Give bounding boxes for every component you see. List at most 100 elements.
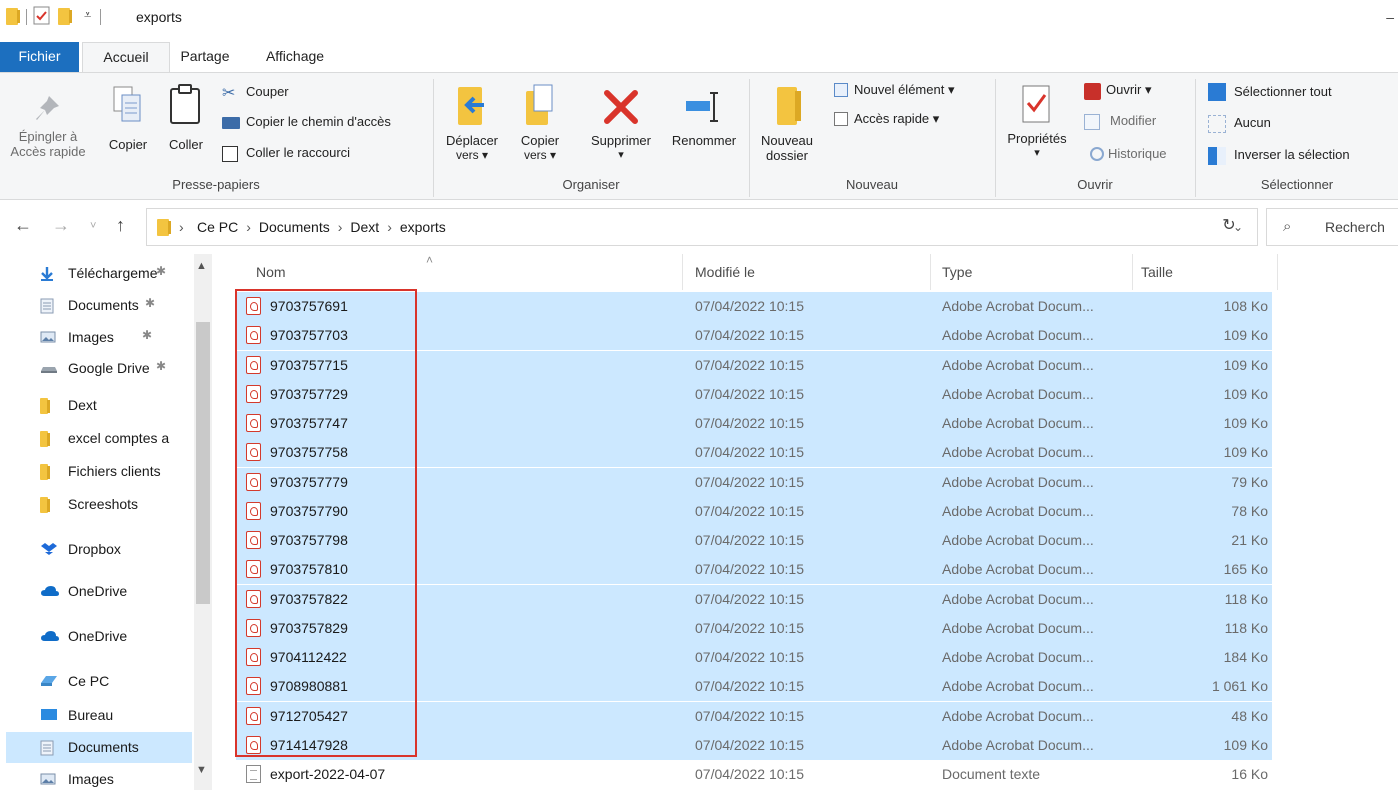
file-modified-date: 07/04/2022 10:15 — [695, 561, 804, 578]
copy-path-button[interactable]: Copier le chemin d'accès — [246, 113, 391, 131]
select-all-button[interactable]: Sélectionner tout — [1234, 83, 1332, 101]
file-size: 78 Ko — [1231, 502, 1268, 519]
sidebar-item[interactable]: OneDrive — [6, 621, 192, 652]
sidebar-item[interactable]: Dropbox — [6, 534, 192, 565]
breadcrumb-root-chevron-icon[interactable]: › — [179, 219, 184, 235]
new-item-button[interactable]: Nouvel élément ▾ — [854, 81, 954, 99]
cut-button[interactable]: Couper — [246, 83, 289, 101]
file-name: 9703757747 — [270, 415, 348, 431]
breadcrumb-item[interactable]: Dext — [350, 219, 379, 235]
file-row[interactable]: 9703757703 07/04/2022 10:15 Adobe Acrobat … — [236, 321, 1272, 351]
breadcrumb-item[interactable]: Ce PC — [197, 219, 238, 235]
minimize-icon[interactable]: – — [1386, 9, 1394, 25]
new-folder-quick-icon[interactable] — [58, 8, 72, 25]
title-bar: ⩡ exports – — [0, 0, 1398, 36]
file-row[interactable]: 9703757729 07/04/2022 10:15 Adobe Acrobat … — [236, 379, 1272, 409]
open-button[interactable]: Ouvrir ▾ — [1106, 81, 1152, 99]
file-type: Adobe Acrobat Docum... — [942, 356, 1094, 373]
recent-locations-chevron-icon[interactable]: ˅ — [90, 220, 96, 232]
paste-button[interactable]: Coller — [158, 83, 214, 152]
file-row[interactable]: 9714147928 07/04/2022 10:15 Adobe Acrobat … — [236, 730, 1272, 760]
paste-shortcut-button[interactable]: Coller le raccourci — [246, 144, 350, 162]
breadcrumb: Ce PC › Documents › Dext › exports — [197, 219, 446, 235]
file-row[interactable]: 9703757798 07/04/2022 10:15 Adobe Acrobat … — [236, 526, 1272, 555]
sidebar-item[interactable]: Dext — [6, 390, 192, 421]
copy-to-button[interactable]: Copier vers ▾ — [510, 81, 570, 163]
file-row[interactable]: export-2022-04-07 07/04/2022 10:15 Documen… — [236, 760, 1272, 789]
search-box[interactable]: ⌕ Recherch — [1266, 208, 1398, 246]
properties-quick-icon[interactable] — [33, 6, 51, 29]
column-divider[interactable] — [682, 254, 683, 290]
tab-affichage[interactable]: Affichage — [240, 42, 350, 72]
breadcrumb-chevron-icon[interactable]: › — [338, 219, 343, 235]
file-row[interactable]: 9704112422 07/04/2022 10:15 Adobe Acrobat … — [236, 643, 1272, 672]
delete-button[interactable]: Supprimer ▾ — [578, 81, 664, 163]
sidebar-item[interactable]: Ce PC — [6, 666, 192, 697]
file-row[interactable]: 9703757779 07/04/2022 10:15 Adobe Acrobat … — [236, 467, 1272, 497]
file-row[interactable]: 9703757715 07/04/2022 10:15 Adobe Acrobat … — [236, 350, 1272, 380]
invert-selection-button[interactable]: Inverser la sélection — [1234, 146, 1350, 164]
sidebar-item[interactable]: excel comptes a — [6, 423, 192, 454]
scroll-down-arrow-icon[interactable]: ▼ — [196, 764, 207, 776]
sidebar-item[interactable]: Téléchargeme ✱ — [6, 258, 192, 289]
select-none-button[interactable]: Aucun — [1234, 114, 1271, 132]
back-arrow-icon[interactable]: ← — [14, 215, 32, 236]
customize-quick-access-icon[interactable]: ⩡ — [84, 7, 91, 23]
address-bar[interactable]: › Ce PC › Documents › Dext › exports ⌄ — [146, 208, 1258, 246]
file-row[interactable]: 9703757822 07/04/2022 10:15 Adobe Acrobat … — [236, 584, 1272, 614]
sidebar-item[interactable]: Google Drive ✱ — [6, 353, 192, 384]
file-modified-date: 07/04/2022 10:15 — [695, 502, 804, 519]
file-row[interactable]: 9703757810 07/04/2022 10:15 Adobe Acrobat … — [236, 555, 1272, 585]
breadcrumb-item[interactable]: Documents — [259, 219, 330, 235]
file-row[interactable]: 9712705427 07/04/2022 10:15 Adobe Acrobat … — [236, 701, 1272, 731]
tab-accueil[interactable]: Accueil — [82, 42, 170, 72]
file-row[interactable]: 9703757829 07/04/2022 10:15 Adobe Acrobat … — [236, 613, 1272, 643]
tab-fichier[interactable]: Fichier — [0, 42, 79, 72]
column-header-size[interactable]: Taille — [1141, 264, 1173, 280]
refresh-icon[interactable]: ↻ — [1214, 215, 1244, 235]
new-folder-button[interactable]: Nouveau dossier — [755, 81, 819, 163]
sidebar-item[interactable]: Documents ✱ — [6, 290, 192, 321]
breadcrumb-item[interactable]: exports — [400, 219, 446, 235]
file-modified-date: 07/04/2022 10:15 — [695, 444, 804, 461]
history-button[interactable]: Historique — [1108, 145, 1167, 163]
column-header-modified[interactable]: Modifié le — [695, 264, 755, 280]
breadcrumb-chevron-icon[interactable]: › — [387, 219, 392, 235]
easy-access-button[interactable]: Accès rapide ▾ — [854, 110, 939, 128]
scroll-up-arrow-icon[interactable]: ▲ — [196, 260, 207, 272]
file-row[interactable]: 9703757758 07/04/2022 10:15 Adobe Acrobat … — [236, 438, 1272, 468]
column-header-type[interactable]: Type — [942, 264, 972, 280]
pdf-file-icon — [246, 735, 261, 754]
column-divider[interactable] — [1277, 254, 1278, 290]
edit-button[interactable]: Modifier — [1110, 112, 1156, 130]
sidebar-item[interactable]: Images ✱ — [6, 322, 192, 353]
sidebar-item[interactable]: OneDrive — [6, 576, 192, 607]
forward-arrow-icon[interactable]: → — [52, 215, 70, 236]
column-divider[interactable] — [1132, 254, 1133, 290]
nav-scrollbar-thumb[interactable] — [196, 322, 210, 604]
move-to-button[interactable]: Déplacer vers ▾ — [440, 81, 504, 163]
column-header-name[interactable]: Nom — [256, 264, 286, 280]
sidebar-item[interactable]: Fichiers clients — [6, 456, 192, 487]
sidebar-item[interactable]: Images — [6, 764, 192, 790]
rename-button[interactable]: Renommer — [664, 81, 744, 148]
file-name: 9703757758 — [270, 444, 348, 461]
new-folder-label-line2: dossier — [766, 148, 808, 163]
up-arrow-icon[interactable]: ↑ — [116, 215, 125, 236]
pin-quick-access-button[interactable]: Épingler à Accès rapide — [2, 91, 94, 159]
column-divider[interactable] — [930, 254, 931, 290]
file-row[interactable]: 9703757747 07/04/2022 10:15 Adobe Acrobat … — [236, 409, 1272, 438]
sidebar-item[interactable]: Bureau — [6, 700, 192, 731]
file-row[interactable]: 9708980881 07/04/2022 10:15 Adobe Acrobat … — [236, 672, 1272, 702]
sidebar-item[interactable]: Screeshots — [6, 489, 192, 520]
properties-dropdown-icon[interactable]: ▾ — [999, 146, 1075, 161]
delete-dropdown-icon[interactable]: ▾ — [578, 148, 664, 163]
sidebar-item[interactable]: Documents — [6, 732, 192, 763]
tab-partage[interactable]: Partage — [170, 42, 240, 72]
breadcrumb-chevron-icon[interactable]: › — [246, 219, 251, 235]
file-row[interactable]: 9703757790 07/04/2022 10:15 Adobe Acrobat … — [236, 496, 1272, 526]
file-row[interactable]: 9703757691 07/04/2022 10:15 Adobe Acrobat … — [236, 292, 1272, 321]
copy-button[interactable]: Copier — [100, 85, 156, 152]
paste-icon — [158, 83, 214, 129]
properties-button[interactable]: Propriétés ▾ — [999, 81, 1075, 161]
